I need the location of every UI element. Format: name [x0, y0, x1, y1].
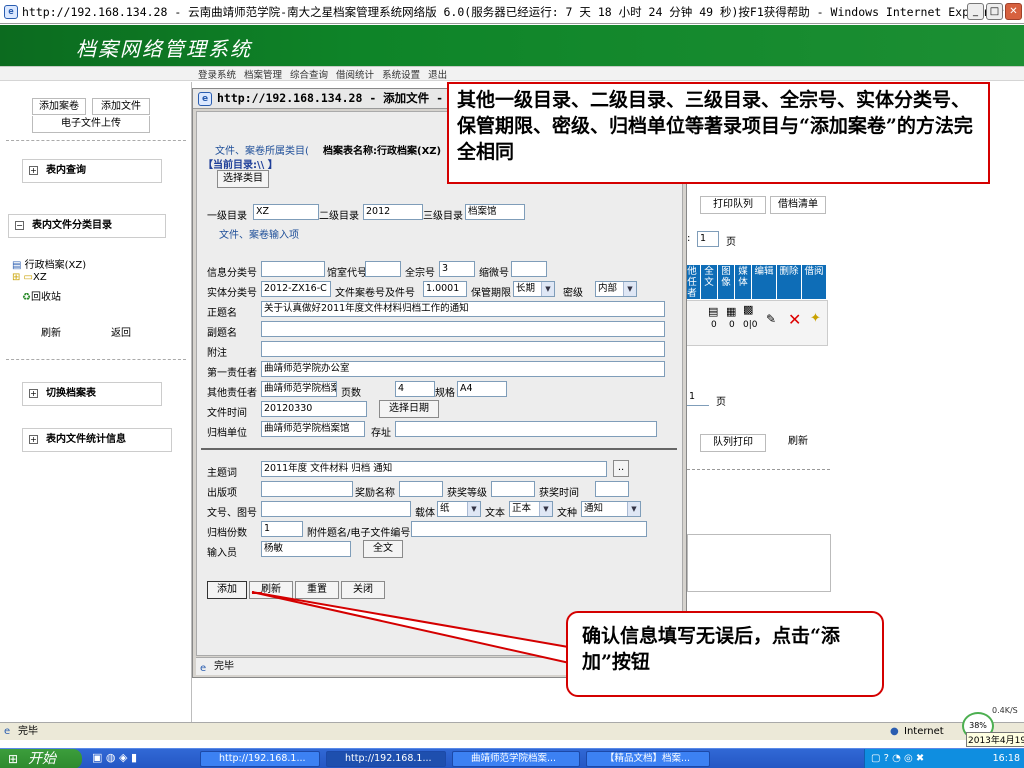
ie-status-icon: e [4, 726, 11, 737]
clock: 16:18 [992, 753, 1020, 764]
tray-icons[interactable]: ▢ ? ◔ ◎ ✖ [871, 749, 924, 768]
callout-pointer-shape [251, 591, 575, 666]
date-tooltip: 2013年4月19 [966, 732, 1024, 747]
zone-icon: ● [890, 726, 899, 737]
top-callout: 其他一级目录、二级目录、三级目录、全宗号、实体分类号、保管期限、密级、归档单位等… [447, 82, 990, 184]
zone-text: Internet [904, 726, 944, 737]
browser-status-bar: e 完毕 ● Internet [0, 722, 1024, 740]
taskbar-item-ie-1[interactable]: http://192.168.1... [200, 751, 320, 767]
net-speed: 0.4K/S [992, 706, 1018, 715]
taskbar-item-ie-2[interactable]: http://192.168.1... [326, 751, 446, 767]
bottom-callout: 确认信息填写无误后，点击“添加”按钮 [566, 611, 884, 697]
system-tray: ▢ ? ◔ ◎ ✖ 16:18 [864, 749, 1024, 768]
screen: e http://192.168.134.28 - 云南曲靖师范学院-南大之星档… [0, 0, 1024, 768]
browser-status-text: 完毕 [18, 726, 38, 737]
taskbar: 开始 ⊞ ▣ ◍ ◈ ▮ http://192.168.1... http://… [0, 748, 1024, 768]
windows-logo-icon: ⊞ [8, 752, 19, 766]
taskbar-item-ppt[interactable]: 曲靖师范学院档案... [452, 751, 580, 767]
taskbar-item-doc[interactable]: 【精品文档】档案... [586, 751, 710, 767]
quicklaunch-icon[interactable]: ▣ ◍ ◈ ▮ [92, 751, 137, 764]
net-widget: 38% 0.4K/S 2013年4月19 [958, 706, 1024, 747]
